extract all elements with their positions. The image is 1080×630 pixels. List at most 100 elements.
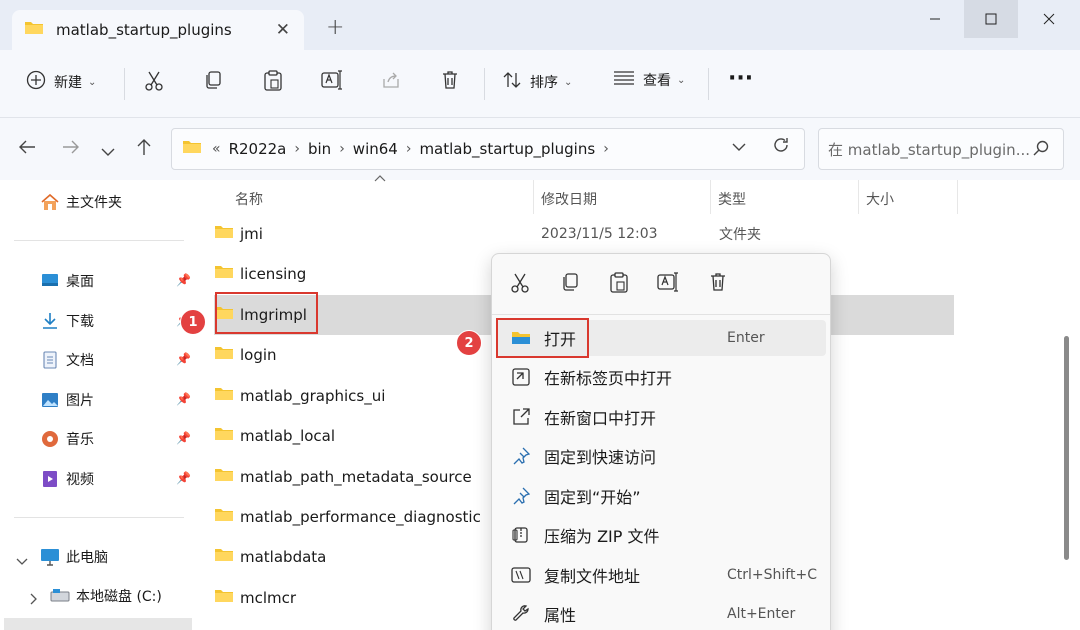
- sidebar-item-desktop[interactable]: 桌面: [40, 271, 94, 291]
- minimize-button[interactable]: [908, 0, 962, 38]
- folder-icon: [24, 20, 44, 40]
- menu-item-label: 属性: [544, 606, 577, 625]
- breadcrumb-overflow[interactable]: «: [212, 141, 221, 157]
- sidebar-item-documents[interactable]: 文档: [40, 350, 94, 370]
- file-name: matlab_graphics_ui: [240, 387, 386, 405]
- sidebar-item-label: 主文件夹: [66, 195, 122, 211]
- sort-ascending-icon: [374, 174, 386, 185]
- paste-icon[interactable]: [609, 272, 629, 298]
- menu-item-open-new-tab[interactable]: 在新标签页中打开: [496, 359, 826, 395]
- chevron-right-icon: ›: [339, 141, 345, 157]
- address-dropdown-icon[interactable]: [732, 140, 746, 156]
- paste-icon: [263, 70, 283, 96]
- sidebar-item-videos[interactable]: 视频: [40, 469, 94, 489]
- sidebar-item-label: 此电脑: [66, 550, 108, 566]
- folder-icon: [214, 547, 234, 567]
- new-button[interactable]: 新建 ⌄: [26, 70, 96, 94]
- search-input[interactable]: 在 matlab_startup_plugin...: [818, 128, 1064, 170]
- sidebar-selected-item[interactable]: [4, 618, 192, 630]
- rename-icon[interactable]: [657, 272, 679, 296]
- menu-item-compress-zip[interactable]: 压缩为 ZIP 文件: [496, 517, 826, 553]
- search-placeholder: 在 matlab_startup_plugin...: [828, 140, 1030, 159]
- pin-icon[interactable]: 📌: [176, 471, 191, 485]
- menu-item-pin-quick-access[interactable]: 固定到快速访问: [496, 438, 826, 474]
- trash-icon: [440, 70, 460, 94]
- more-options-button[interactable]: ···: [728, 66, 753, 91]
- close-window-button[interactable]: [1022, 0, 1076, 38]
- folder-icon: [182, 139, 202, 159]
- menu-item-pin-start[interactable]: 固定到“开始”: [496, 478, 826, 514]
- rename-button[interactable]: [321, 70, 343, 94]
- file-date: 2023/11/5 12:03: [541, 226, 658, 242]
- toolbar-divider: [484, 68, 485, 100]
- up-arrow-icon[interactable]: [136, 138, 152, 161]
- sidebar-item-label: 图片: [66, 393, 94, 409]
- sidebar-item-home[interactable]: 主文件夹: [40, 192, 122, 212]
- toolbar-divider: [124, 68, 125, 100]
- column-header-size[interactable]: 大小: [866, 189, 894, 209]
- tab-matlab-startup-plugins[interactable]: matlab_startup_plugins ✕: [12, 10, 304, 50]
- file-name: licensing: [240, 265, 307, 283]
- music-icon: [40, 430, 60, 448]
- breadcrumb-matlab-startup-plugins[interactable]: matlab_startup_plugins: [419, 140, 595, 158]
- vertical-scrollbar[interactable]: [1064, 336, 1069, 560]
- menu-item-shortcut: Alt+Enter: [727, 606, 796, 622]
- view-button[interactable]: 查看 ⌄: [613, 70, 685, 90]
- menu-item-properties[interactable]: 属性 Alt+Enter: [496, 596, 826, 630]
- pin-icon[interactable]: 📌: [176, 352, 191, 366]
- pin-icon[interactable]: 📌: [176, 431, 191, 445]
- maximize-button[interactable]: [964, 0, 1018, 38]
- cut-icon[interactable]: [510, 272, 530, 298]
- expand-chevron-icon[interactable]: [30, 590, 38, 609]
- share-button[interactable]: [381, 70, 401, 94]
- menu-item-copy-path[interactable]: 复制文件地址 Ctrl+Shift+C: [496, 557, 826, 593]
- cut-button[interactable]: [144, 70, 164, 96]
- trash-icon[interactable]: [708, 272, 728, 296]
- menu-item-shortcut: Enter: [727, 330, 765, 346]
- pin-icon[interactable]: 📌: [176, 273, 191, 287]
- pin-icon[interactable]: 📌: [176, 392, 191, 406]
- sidebar-item-downloads[interactable]: 下载: [40, 311, 94, 331]
- sort-label: 排序: [530, 75, 558, 91]
- file-name: mclmcr: [240, 589, 297, 607]
- back-arrow-icon[interactable]: [18, 138, 36, 160]
- navigation-pane: 主文件夹 桌面 📌 下载 📌 文档 📌 图片 📌 音乐 📌: [0, 180, 200, 630]
- column-divider[interactable]: [858, 180, 859, 214]
- video-icon: [40, 470, 60, 488]
- paste-button[interactable]: [263, 70, 283, 96]
- new-label: 新建: [54, 75, 82, 91]
- breadcrumb-bin[interactable]: bin: [308, 140, 331, 158]
- copy-icon[interactable]: [560, 272, 580, 296]
- column-header-name[interactable]: 名称: [235, 189, 263, 209]
- delete-button[interactable]: [440, 70, 460, 94]
- column-divider[interactable]: [957, 180, 958, 214]
- copy-button[interactable]: [203, 70, 223, 94]
- breadcrumb-win64[interactable]: win64: [353, 140, 398, 158]
- sidebar-item-pictures[interactable]: 图片: [40, 390, 94, 410]
- column-header-type[interactable]: 类型: [718, 189, 746, 209]
- menu-item-open-new-window[interactable]: 在新窗口中打开: [496, 399, 826, 435]
- tab-close-icon[interactable]: ✕: [276, 20, 290, 40]
- menu-item-label: 在新标签页中打开: [544, 369, 673, 388]
- copy-path-icon: [510, 565, 532, 585]
- new-tab-button[interactable]: +: [326, 15, 344, 40]
- column-divider[interactable]: [533, 180, 534, 214]
- context-menu: 打开 Enter 在新标签页中打开 在新窗口中打开 固定到快速访问 固定到“开始…: [491, 253, 831, 630]
- menu-item-label: 复制文件地址: [544, 567, 641, 586]
- sort-button[interactable]: 排序 ⌄: [502, 70, 572, 94]
- column-divider[interactable]: [710, 180, 711, 214]
- sidebar-item-this-pc[interactable]: 此电脑: [40, 547, 108, 567]
- file-row[interactable]: jmi 2023/11/5 12:03 文件夹: [214, 214, 954, 254]
- column-header-modified[interactable]: 修改日期: [541, 189, 597, 209]
- sidebar-item-drive-c[interactable]: 本地磁盘 (C:): [50, 586, 162, 606]
- view-label: 查看: [643, 73, 671, 89]
- forward-arrow-icon[interactable]: [62, 138, 80, 160]
- recent-locations-icon[interactable]: [101, 140, 115, 162]
- new-window-icon: [510, 407, 532, 427]
- address-bar[interactable]: « R2022a › bin › win64 › matlab_startup_…: [171, 128, 805, 170]
- refresh-icon[interactable]: [772, 135, 790, 159]
- sidebar-item-music[interactable]: 音乐: [40, 429, 94, 449]
- expand-chevron-icon[interactable]: [16, 551, 28, 570]
- file-name: matlab_performance_diagnostic: [240, 508, 481, 526]
- breadcrumb-r2022a[interactable]: R2022a: [229, 140, 287, 158]
